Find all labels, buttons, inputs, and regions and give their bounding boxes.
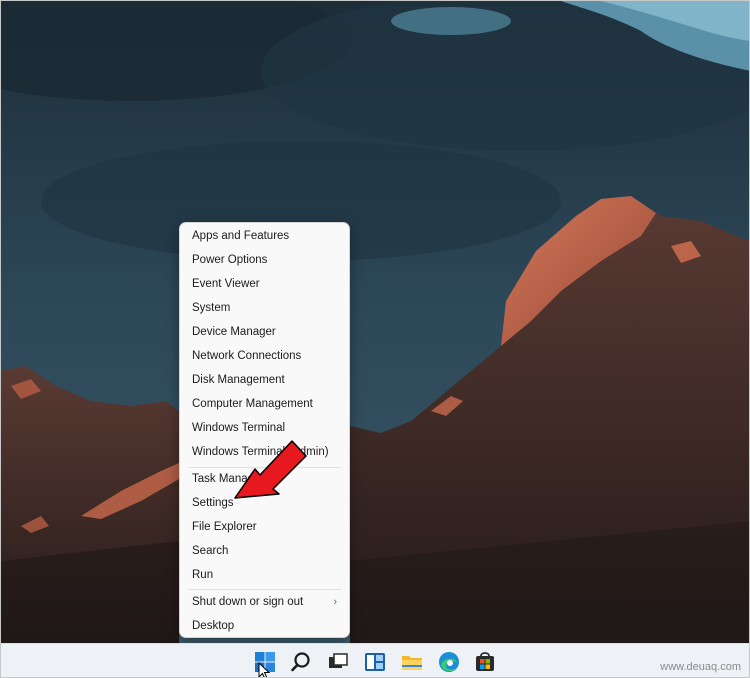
menu-item-windows-terminal[interactable]: Windows Terminal bbox=[180, 416, 349, 440]
menu-item-device-manager[interactable]: Device Manager bbox=[180, 320, 349, 344]
menu-item-disk-management[interactable]: Disk Management bbox=[180, 368, 349, 392]
chevron-right-icon: › bbox=[333, 596, 337, 608]
menu-item-desktop[interactable]: Desktop bbox=[180, 614, 349, 638]
taskbar: www.deuaq.com bbox=[1, 643, 749, 677]
menu-item-power-options[interactable]: Power Options bbox=[180, 248, 349, 272]
menu-item-apps-and-features[interactable]: Apps and Features bbox=[180, 224, 349, 248]
menu-item-task-manager[interactable]: Task Manager bbox=[180, 467, 349, 491]
watermark: www.deuaq.com bbox=[660, 661, 741, 673]
widgets-icon[interactable] bbox=[363, 650, 387, 674]
menu-item-computer-management[interactable]: Computer Management bbox=[180, 392, 349, 416]
menu-item-network-connections[interactable]: Network Connections bbox=[180, 344, 349, 368]
menu-item-shut-down-or-sign-out[interactable]: Shut down or sign out › bbox=[180, 590, 349, 614]
store-icon[interactable] bbox=[473, 650, 497, 674]
search-icon[interactable] bbox=[289, 650, 313, 674]
winx-context-menu: Apps and Features Power Options Event Vi… bbox=[179, 222, 350, 638]
edge-icon[interactable] bbox=[437, 650, 461, 674]
menu-item-search[interactable]: Search bbox=[180, 539, 349, 563]
task-view-icon[interactable] bbox=[326, 650, 350, 674]
menu-item-windows-terminal-admin[interactable]: Windows Terminal (Admin) bbox=[180, 440, 349, 464]
menu-item-settings[interactable]: Settings bbox=[180, 491, 349, 515]
file-explorer-icon[interactable] bbox=[400, 650, 424, 674]
menu-item-file-explorer[interactable]: File Explorer bbox=[180, 515, 349, 539]
menu-item-event-viewer[interactable]: Event Viewer bbox=[180, 272, 349, 296]
menu-item-label: Shut down or sign out bbox=[192, 596, 304, 608]
menu-item-system[interactable]: System bbox=[180, 296, 349, 320]
desktop-wallpaper[interactable] bbox=[1, 1, 749, 643]
menu-item-run[interactable]: Run bbox=[180, 563, 349, 587]
mouse-cursor-icon bbox=[258, 662, 270, 677]
screenshot-frame: Apps and Features Power Options Event Vi… bbox=[0, 0, 750, 678]
